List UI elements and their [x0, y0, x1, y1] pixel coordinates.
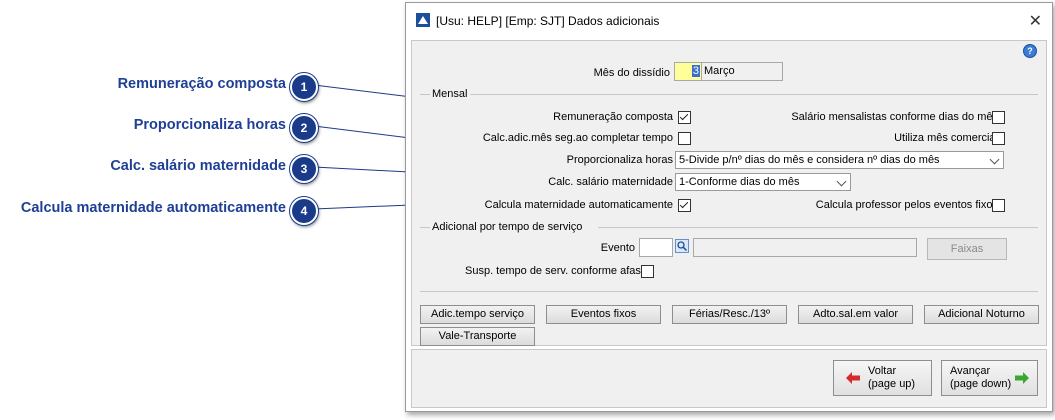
- callout-badge-2: 2: [290, 114, 318, 142]
- mes-dissidio-label: Mês do dissídio: [593, 67, 670, 79]
- remuneracao-composta-checkbox[interactable]: [678, 111, 691, 124]
- remuneracao-composta-label: Remuneração composta: [553, 111, 673, 123]
- calc-adic-mes-label: Calc.adic.mês seg.ao completar tempo: [482, 132, 673, 144]
- avancar-label: Avançar: [950, 365, 991, 377]
- voltar-hint: (page up): [868, 378, 916, 390]
- chevron-down-icon: [989, 154, 1000, 165]
- calcula-maternidade-auto-label: Calcula maternidade automaticamente: [484, 199, 673, 211]
- evento-label: Evento: [600, 242, 635, 254]
- susp-tempo-label: Susp. tempo de serv. conforme afast.: [465, 265, 647, 277]
- calc-salario-maternidade-label: Calc. salário maternidade: [548, 176, 673, 188]
- callout-badge-4: 4: [290, 197, 318, 225]
- utiliza-mes-comercial-checkbox[interactable]: [992, 132, 1005, 145]
- adicional-divider-left: [420, 227, 430, 228]
- voltar-button[interactable]: Voltar (page up): [833, 360, 932, 396]
- eventos-fixos-button[interactable]: Eventos fixos: [546, 305, 661, 324]
- salario-mensalistas-label: Salário mensalistas conforme dias do mês: [791, 111, 998, 123]
- calcula-professor-label: Calcula professor pelos eventos fixos: [815, 199, 998, 211]
- callout-label-4: Calcula maternidade automaticamente: [20, 200, 286, 216]
- search-icon[interactable]: [675, 239, 689, 253]
- mensal-divider-left: [420, 94, 430, 95]
- callout-label-1: Remuneração composta: [117, 76, 286, 92]
- callout-badge-1: 1: [290, 73, 318, 101]
- proporcionaliza-horas-label: Proporcionaliza horas: [566, 154, 673, 166]
- main-panel: ? Mês do dissídio 3 Março Mensal Remuner…: [411, 40, 1047, 346]
- mensal-group-label: Mensal: [432, 88, 468, 100]
- mes-dissidio-name-field: Março: [701, 62, 783, 81]
- dados-adicionais-dialog: [Usu: HELP] [Emp: SJT] Dados adicionais …: [405, 2, 1053, 412]
- chevron-down-icon: [836, 176, 847, 187]
- title-bar: [Usu: HELP] [Emp: SJT] Dados adicionais …: [406, 3, 1052, 39]
- adicional-group-label: Adicional por tempo de serviço: [432, 221, 583, 233]
- close-icon[interactable]: ✕: [1029, 11, 1042, 31]
- mes-dissidio-month-name: Março: [704, 65, 735, 77]
- help-icon[interactable]: ?: [1023, 44, 1037, 58]
- calc-salario-maternidade-value: 1-Conforme dias do mês: [679, 176, 800, 188]
- faixas-button[interactable]: Faixas: [927, 238, 1007, 260]
- callout-label-2: Proporcionaliza horas: [133, 117, 286, 133]
- proporcionaliza-horas-value: 5-Divide p/nº dias do mês e considera nº…: [679, 154, 940, 166]
- avancar-hint: (page down): [950, 378, 1012, 390]
- mes-dissidio-value: 3: [691, 65, 700, 77]
- calcula-maternidade-auto-checkbox[interactable]: [678, 199, 691, 212]
- proporcionaliza-horas-select[interactable]: 5-Divide p/nº dias do mês e considera nº…: [675, 151, 1004, 169]
- footer-panel: Voltar (page up) Avançar (page down): [411, 349, 1047, 408]
- evento-description-field: [693, 238, 917, 257]
- adicional-divider: [598, 227, 1038, 228]
- ferias-resc-13-button[interactable]: Férias/Resc./13º: [672, 305, 787, 324]
- calcula-professor-checkbox[interactable]: [992, 199, 1005, 212]
- adicional-noturno-button[interactable]: Adicional Noturno: [924, 305, 1039, 324]
- mensal-divider: [470, 94, 1038, 95]
- arrow-left-icon: [846, 372, 860, 384]
- mes-dissidio-input[interactable]: 3: [674, 62, 702, 81]
- arrow-right-icon: [1015, 372, 1029, 384]
- calc-salario-maternidade-select[interactable]: 1-Conforme dias do mês: [675, 173, 851, 191]
- callout-label-3: Calc. salário maternidade: [110, 158, 286, 174]
- buttons-divider: [420, 291, 1038, 292]
- adic-tempo-servico-button[interactable]: Adic.tempo serviço: [420, 305, 535, 324]
- window-title: [Usu: HELP] [Emp: SJT] Dados adicionais: [436, 14, 660, 28]
- calc-adic-mes-checkbox[interactable]: [678, 132, 691, 145]
- salario-mensalistas-checkbox[interactable]: [992, 111, 1005, 124]
- vale-transporte-button[interactable]: Vale-Transporte: [420, 327, 535, 346]
- app-icon: [416, 13, 430, 27]
- utiliza-mes-comercial-label: Utiliza mês comercial: [894, 132, 998, 144]
- voltar-label: Voltar: [868, 365, 897, 377]
- evento-input[interactable]: [639, 238, 673, 257]
- adto-sal-button[interactable]: Adto.sal.em valor: [798, 305, 913, 324]
- susp-tempo-checkbox[interactable]: [641, 265, 654, 278]
- callout-badge-3: 3: [290, 155, 318, 183]
- avancar-button[interactable]: Avançar (page down): [941, 360, 1038, 396]
